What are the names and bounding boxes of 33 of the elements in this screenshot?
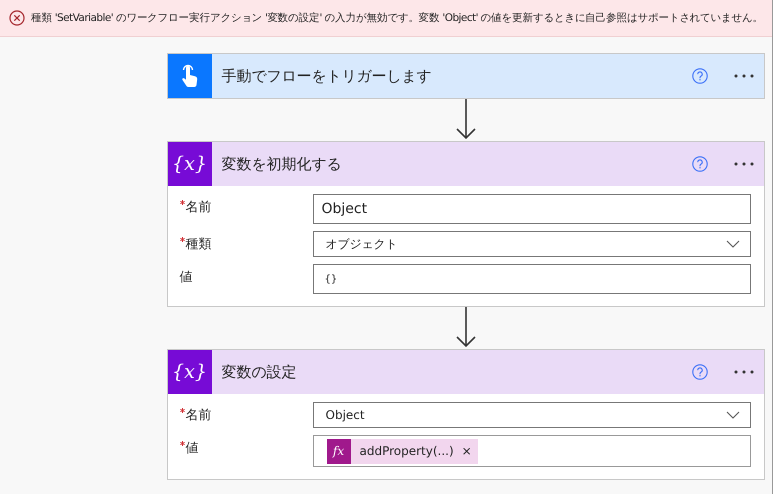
chevron-down-icon: [726, 411, 740, 419]
variable-icon: {x}: [168, 142, 212, 186]
help-icon[interactable]: [692, 68, 708, 84]
field-label: 値: [186, 440, 198, 457]
text-field[interactable]: Object: [312, 194, 750, 224]
more-options-icon[interactable]: [734, 162, 754, 166]
card-header[interactable]: {x} 変数の設定: [168, 350, 764, 394]
help-icon[interactable]: [692, 364, 708, 380]
card-title: 変数を初期化する: [222, 154, 342, 174]
card-header[interactable]: {x} 変数を初期化する: [168, 142, 764, 186]
variable-icon: {x}: [168, 350, 212, 394]
help-icon[interactable]: [692, 156, 708, 172]
expression-token[interactable]: fx addProperty(...) ×: [326, 438, 478, 464]
card-title: 変数の設定: [222, 362, 298, 382]
expression-field[interactable]: fx addProperty(...) ×: [312, 435, 750, 467]
arrow-down-icon: [454, 99, 478, 141]
error-message: 種類 'SetVariable' のワークフロー実行アクション '変数の設定' の入力が無効です。変数 'Object' の値を更新するときに自己参照はサポートされていません。: [31, 11, 763, 25]
function-icon: fx: [326, 438, 350, 464]
chevron-down-icon: [726, 240, 740, 248]
more-options-icon[interactable]: [734, 370, 754, 374]
field-label: 種類: [186, 236, 212, 253]
remove-token-button[interactable]: ×: [462, 444, 472, 458]
field-label: 名前: [186, 199, 212, 216]
dropdown[interactable]: オブジェクト: [312, 231, 750, 257]
card-header[interactable]: 手動でフローをトリガーします: [168, 54, 764, 98]
field-label: 値: [180, 269, 192, 286]
error-icon: [9, 10, 25, 26]
more-options-icon[interactable]: [734, 74, 754, 78]
dropdown[interactable]: Object: [312, 402, 750, 428]
card-title: 手動でフローをトリガーします: [222, 66, 432, 86]
field-label: 名前: [186, 407, 212, 424]
arrow-down-icon: [454, 307, 478, 349]
text-field[interactable]: {}: [312, 264, 750, 294]
